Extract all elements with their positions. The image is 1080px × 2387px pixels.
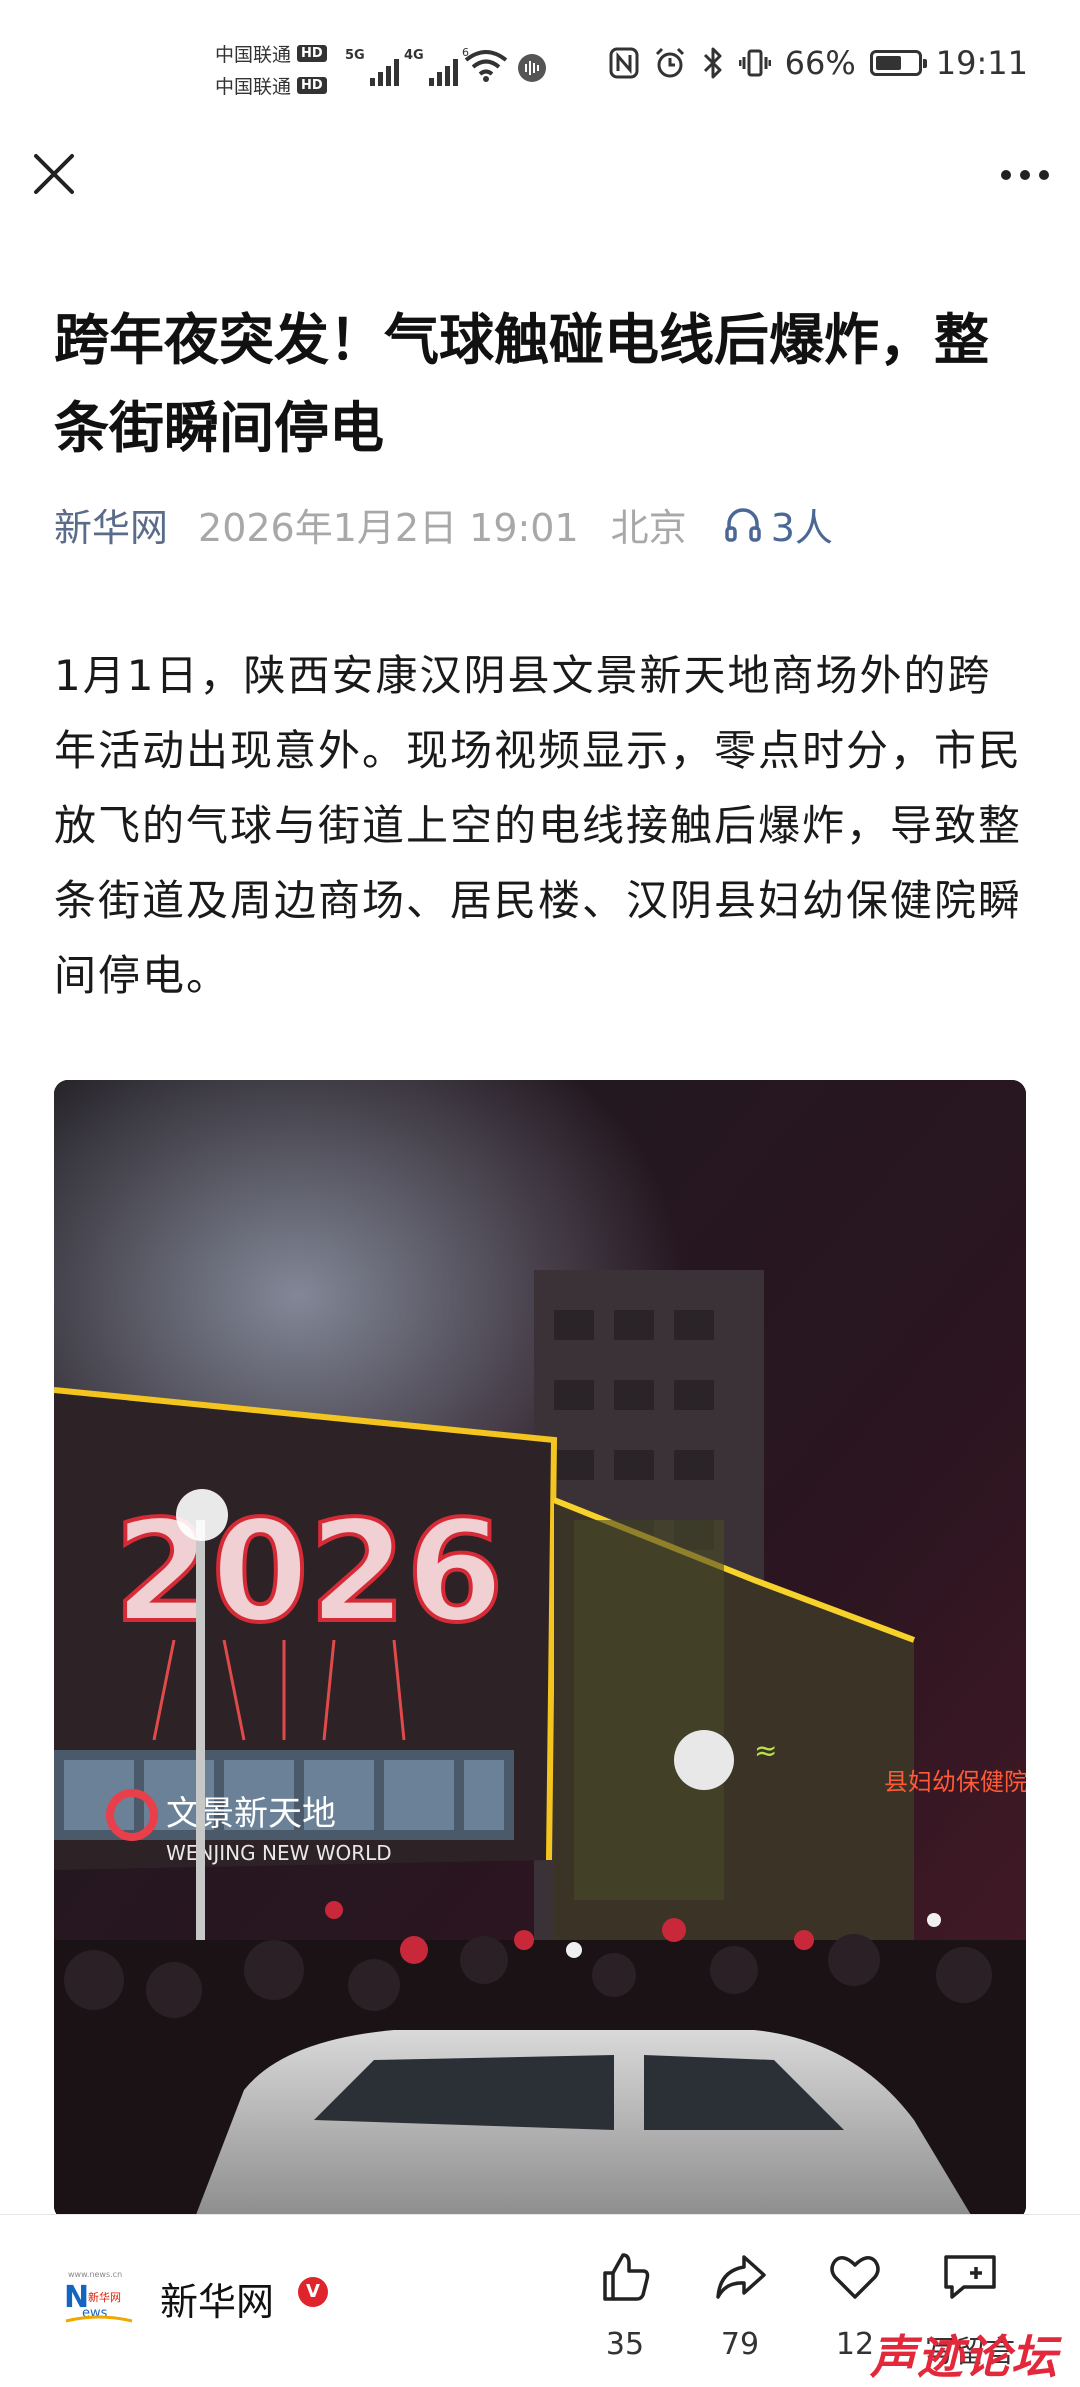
status-right: 66% 19:11: [609, 44, 1028, 82]
heart-icon: [830, 2256, 880, 2299]
article-title: 跨年夜突发！气球触碰电线后爆炸，整条街瞬间停电: [54, 308, 990, 460]
svg-text:6: 6: [462, 48, 469, 59]
article-image[interactable]: 2026 文景新天地 WENJING NEW WORLD ≈ 县妇幼保健院: [54, 1080, 1026, 2220]
article-date: 2026年1月2日 19:01: [198, 506, 579, 550]
carrier-2: 中国联通 HD: [215, 72, 327, 99]
svg-text:www.news.cn: www.news.cn: [68, 2270, 122, 2279]
bottom-source-name[interactable]: 新华网: [160, 2271, 274, 2326]
mall-name-sign: 文景新天地: [166, 1794, 336, 1834]
share-count: 79: [720, 2327, 760, 2362]
hd-badge-2: HD: [297, 77, 327, 94]
comment-add-icon: [944, 2255, 996, 2299]
signal-5g-icon: 5G: [345, 48, 399, 86]
article-meta: 新华网 2026年1月2日 19:01 北京 3人: [54, 497, 833, 552]
verified-badge: V: [298, 2277, 328, 2307]
signal-4g-icon: 4G: [404, 48, 458, 86]
article-source-link[interactable]: 新华网: [54, 497, 168, 552]
status-bar: 中国联通 HD 中国联通 HD 5G 4G 6 66% 19:11: [0, 0, 1080, 130]
more-dots-icon[interactable]: [994, 150, 1056, 200]
clock: 19:11: [935, 44, 1028, 82]
vibrate-icon: [738, 49, 771, 77]
listen-button[interactable]: 3人: [723, 497, 833, 552]
nfc-icon: [609, 47, 639, 79]
headphones-icon: [724, 507, 761, 542]
carrier-2-name: 中国联通: [215, 76, 292, 98]
alarm-icon: [655, 47, 684, 78]
svg-text:≈: ≈: [754, 1734, 777, 1767]
close-icon[interactable]: [28, 148, 80, 200]
bluetooth-icon: [703, 47, 722, 79]
like-button[interactable]: 35: [575, 2249, 675, 2362]
like-count: 35: [605, 2327, 645, 2362]
mall-night-scene: 2026 文景新天地 WENJING NEW WORLD ≈ 县妇幼保健院: [54, 1080, 1026, 2220]
hospital-sign: 县妇幼保健院: [884, 1768, 1026, 1796]
carrier-1-name: 中国联通: [215, 44, 292, 66]
forum-watermark: 声迹论坛: [870, 2330, 1058, 2384]
listener-count: 3人: [770, 506, 833, 550]
article-location: 北京: [610, 506, 687, 550]
share-button[interactable]: 79: [690, 2249, 790, 2362]
xinhua-logo[interactable]: www.news.cn N 新华网 ews: [64, 2265, 134, 2327]
carrier-1: 中国联通 HD: [215, 40, 327, 67]
battery-icon: [869, 50, 927, 76]
article-body: 1月1日，陕西安康汉阴县文景新天地商场外的跨年活动出现意外。现场视频显示，零点时…: [54, 651, 1023, 1000]
voice-assistant-icon: [518, 54, 546, 82]
wifi-icon: 6: [462, 48, 508, 82]
hd-badge-1: HD: [297, 45, 327, 62]
svg-text:新华网: 新华网: [88, 2290, 121, 2304]
thumbs-up-icon: [603, 2253, 650, 2301]
battery-percent: 66%: [784, 44, 856, 82]
led-year-sign: 2026: [114, 1491, 504, 1654]
bottom-bar: www.news.cn N 新华网 ews 新华网 V 35 79 12 写留言…: [0, 2214, 1080, 2384]
share-icon: [716, 2255, 766, 2299]
